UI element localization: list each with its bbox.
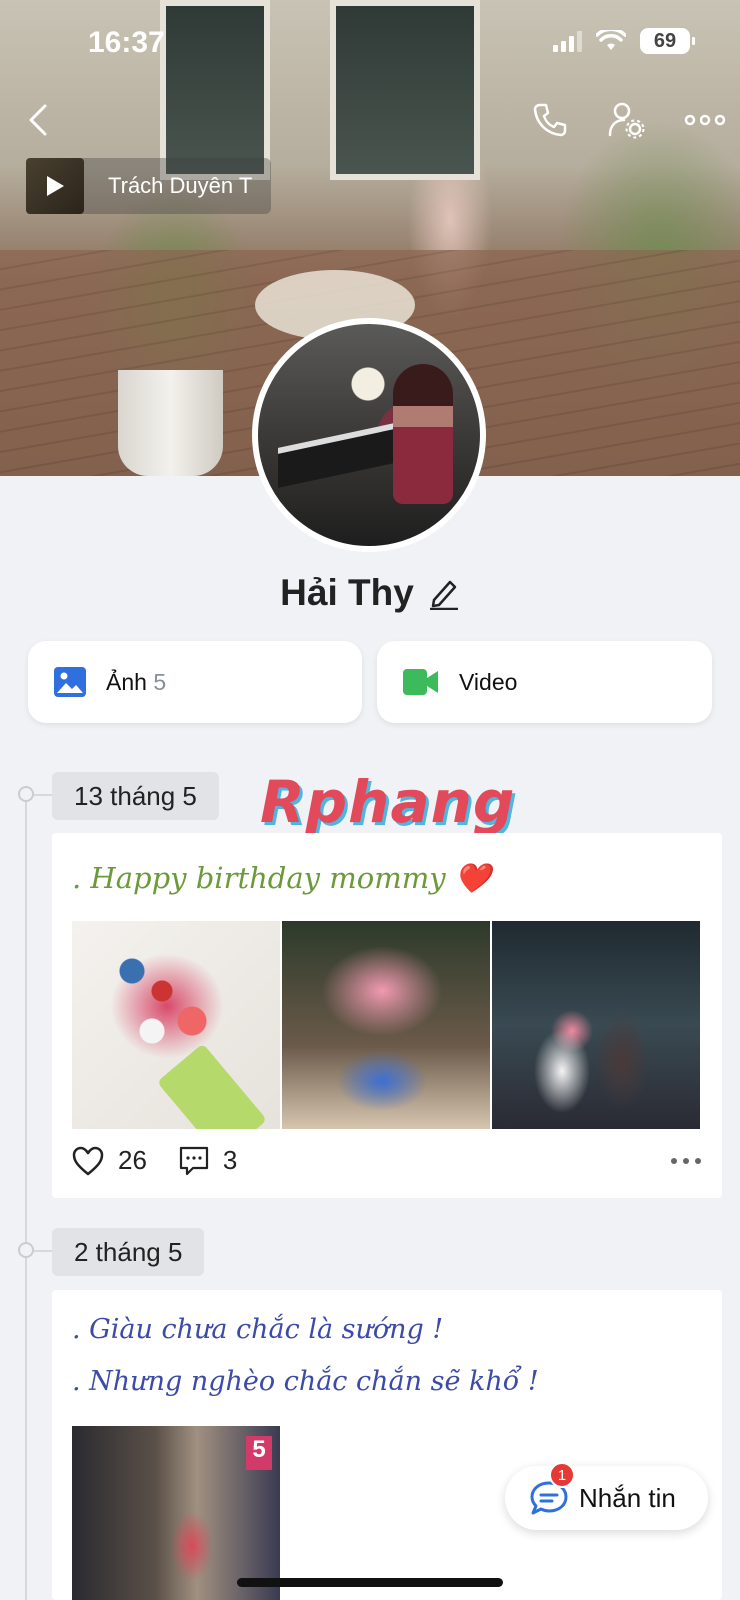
back-button[interactable] [16,98,60,142]
edit-pencil-icon[interactable] [428,576,460,610]
user-gear-icon [608,102,645,139]
post-caption: . Happy birthday mommy ❤️ [72,861,491,896]
post-photo[interactable] [72,921,280,1129]
music-thumbnail [26,158,84,214]
more-horizontal-icon [684,114,726,126]
signal-icon [553,30,582,52]
photos-tile[interactable]: Ảnh 5 [28,641,362,723]
video-label: Video [459,668,518,695]
comment-icon [179,1146,209,1175]
phone-icon [533,103,567,137]
timeline-line [25,795,27,1600]
post-photo[interactable]: 5 [72,1426,280,1600]
post-card[interactable]: . Giàu chưa chắc là sướng ! . Nhưng nghè… [52,1290,722,1600]
post-more-icon[interactable] [670,1157,702,1165]
cover-plant-pot [118,370,223,476]
chevron-left-icon [29,104,47,136]
heart-outline-icon [72,1146,104,1175]
message-label: Nhắn tin [579,1482,676,1513]
profile-settings-button[interactable] [604,98,648,142]
avatar[interactable] [252,318,486,552]
avatar-person [393,364,453,504]
play-icon [47,176,64,196]
timeline-dot [18,1242,34,1258]
timeline-dot [18,786,34,802]
music-title: Trách Duyên T [108,173,253,198]
video-tile[interactable]: Video [377,641,712,723]
post-actions: 26 3 [72,1145,702,1176]
date-chip: 13 tháng 5 [52,772,219,820]
wifi-icon [596,30,626,50]
home-indicator[interactable] [237,1578,503,1587]
music-player-chip[interactable]: Trách Duyên T [26,158,271,214]
photos-label: Ảnh [106,668,147,695]
post-caption-text: . Happy birthday mommy [72,861,446,895]
post-caption-line: . Nhưng nghèo chắc chắn sẽ khổ ! [72,1366,539,1397]
message-icon-wrap: 1 [529,1462,575,1516]
date-chip: 2 tháng 5 [52,1228,205,1276]
comment-button[interactable]: 3 [179,1145,237,1176]
battery-indicator: 69 [640,28,695,54]
post-photo-grid [72,921,700,1129]
image-icon [54,667,86,697]
unread-badge: 1 [549,1462,575,1488]
heart-emoji: ❤️ [454,861,491,895]
status-bar: 16:37 69 [0,0,740,88]
more-button[interactable] [680,98,730,142]
status-icons: 69 [553,28,695,54]
timeline-tick [34,794,52,796]
avatar-piano [278,420,408,488]
status-time: 16:37 [88,26,165,59]
photos-count: 5 [153,668,167,695]
post-card[interactable]: . Happy birthday mommy ❤️ 26 3 [52,833,722,1198]
post-photo[interactable] [492,921,700,1129]
like-count: 26 [118,1145,147,1175]
video-camera-icon [403,669,438,695]
comment-count: 3 [222,1145,238,1175]
timeline-tick [34,1250,52,1252]
post-photo[interactable] [282,921,490,1129]
post-caption-line: . Giàu chưa chắc là sướng ! [72,1314,444,1345]
like-button[interactable]: 26 [72,1145,147,1176]
message-button[interactable]: 1 Nhắn tin [505,1462,708,1530]
call-button[interactable] [528,98,572,142]
watermark-logo: Rphang [260,768,516,836]
profile-name: Hải Thy [280,572,414,613]
profile-name-row: Hải Thy [0,572,740,614]
